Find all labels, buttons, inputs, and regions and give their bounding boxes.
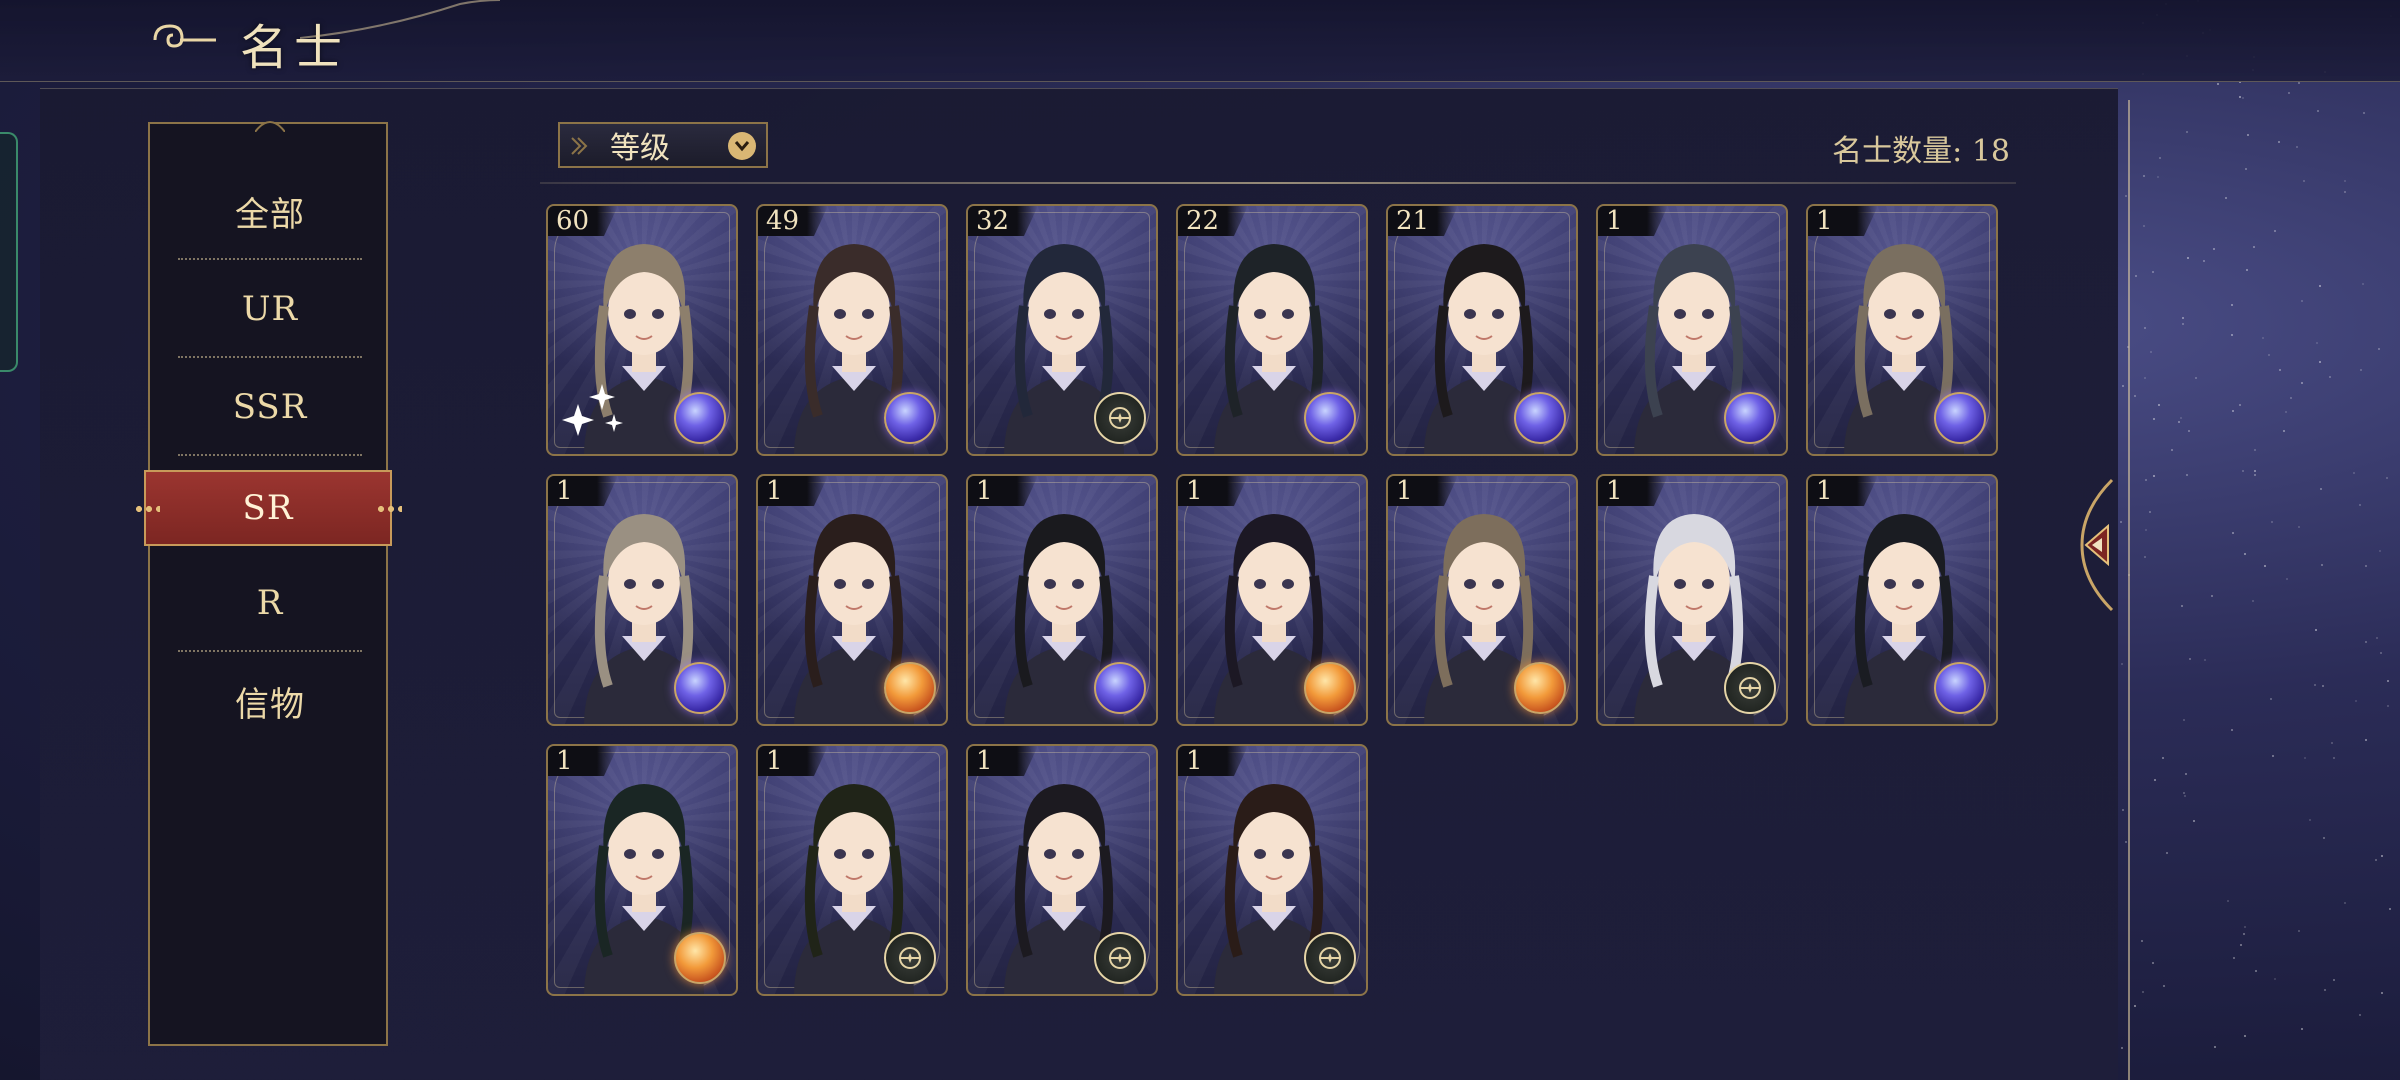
- character-card[interactable]: 1: [1596, 204, 1788, 456]
- compass-icon: [1304, 932, 1356, 984]
- blue-orb-icon: [674, 392, 726, 444]
- filter-all-label: 全部: [235, 194, 305, 235]
- compass-icon: [1094, 392, 1146, 444]
- filter-token-label: 信物: [235, 684, 305, 725]
- chevron-down-icon: [728, 132, 756, 160]
- character-card[interactable]: 49: [756, 204, 948, 456]
- compass-icon: [1724, 662, 1776, 714]
- sidebar-notch-ornament: [255, 121, 285, 132]
- arrow-left-icon: [2080, 478, 2114, 612]
- character-card[interactable]: 1: [1176, 744, 1368, 996]
- side-drawer-tab[interactable]: [0, 132, 18, 372]
- character-card[interactable]: 1: [966, 744, 1158, 996]
- header-divider: [540, 182, 2016, 184]
- compass-icon: [1094, 932, 1146, 984]
- filter-ssr-label: SSR: [232, 387, 308, 427]
- filter-ur-label: UR: [241, 289, 299, 329]
- character-count: 名士数量: 18: [1832, 134, 2010, 169]
- filter-all[interactable]: 全部: [178, 162, 362, 260]
- filter-r[interactable]: R: [178, 554, 362, 652]
- blue-orb-icon: [674, 662, 726, 714]
- character-card[interactable]: 1: [1176, 474, 1368, 726]
- blue-orb-icon: [1724, 392, 1776, 444]
- character-card[interactable]: 1: [546, 474, 738, 726]
- orange-orb-icon: [1514, 662, 1566, 714]
- orange-orb-icon: [1304, 662, 1356, 714]
- character-card[interactable]: 21: [1386, 204, 1578, 456]
- character-card[interactable]: 1: [756, 744, 948, 996]
- divider: [178, 454, 362, 456]
- tab-end-ornament: [134, 504, 160, 514]
- character-card[interactable]: 1: [966, 474, 1158, 726]
- title-ornament-icon: [300, 0, 500, 39]
- character-card[interactable]: 32: [966, 204, 1158, 456]
- character-card[interactable]: 1: [1806, 474, 1998, 726]
- character-card[interactable]: 1: [1386, 474, 1578, 726]
- character-card[interactable]: 60: [546, 204, 738, 456]
- sort-label: 等级: [610, 131, 670, 166]
- blue-orb-icon: [1304, 392, 1356, 444]
- blue-orb-icon: [1934, 662, 1986, 714]
- blue-orb-icon: [884, 392, 936, 444]
- filter-ur[interactable]: UR: [178, 260, 362, 358]
- blue-orb-icon: [1934, 392, 1986, 444]
- filter-sr-label: SR: [242, 488, 294, 528]
- character-card[interactable]: 1: [1806, 204, 1998, 456]
- orange-orb-icon: [674, 932, 726, 984]
- filter-sr[interactable]: SR: [134, 470, 402, 546]
- character-card[interactable]: 1: [546, 744, 738, 996]
- cloud-swirl-icon: [153, 24, 216, 48]
- collapse-panel-button[interactable]: [2072, 470, 2118, 620]
- tab-end-ornament: [376, 504, 402, 514]
- character-card[interactable]: 1: [756, 474, 948, 726]
- blue-orb-icon: [1094, 662, 1146, 714]
- compass-icon: [884, 932, 936, 984]
- dropdown-ornament-icon: [571, 137, 588, 155]
- filter-r-label: R: [256, 583, 284, 623]
- filter-ssr[interactable]: SSR: [178, 358, 362, 456]
- rarity-filter-sidebar: 全部 UR SSR SR R 信物: [134, 122, 402, 1046]
- orange-orb-icon: [884, 662, 936, 714]
- sort-dropdown[interactable]: 等级: [558, 122, 768, 168]
- character-card[interactable]: 1: [1596, 474, 1788, 726]
- sparkle-icon: [562, 384, 623, 436]
- character-card[interactable]: 22: [1176, 204, 1368, 456]
- filter-token[interactable]: 信物: [178, 652, 362, 750]
- title-bar: 名士: [0, 0, 2400, 82]
- blue-orb-icon: [1514, 392, 1566, 444]
